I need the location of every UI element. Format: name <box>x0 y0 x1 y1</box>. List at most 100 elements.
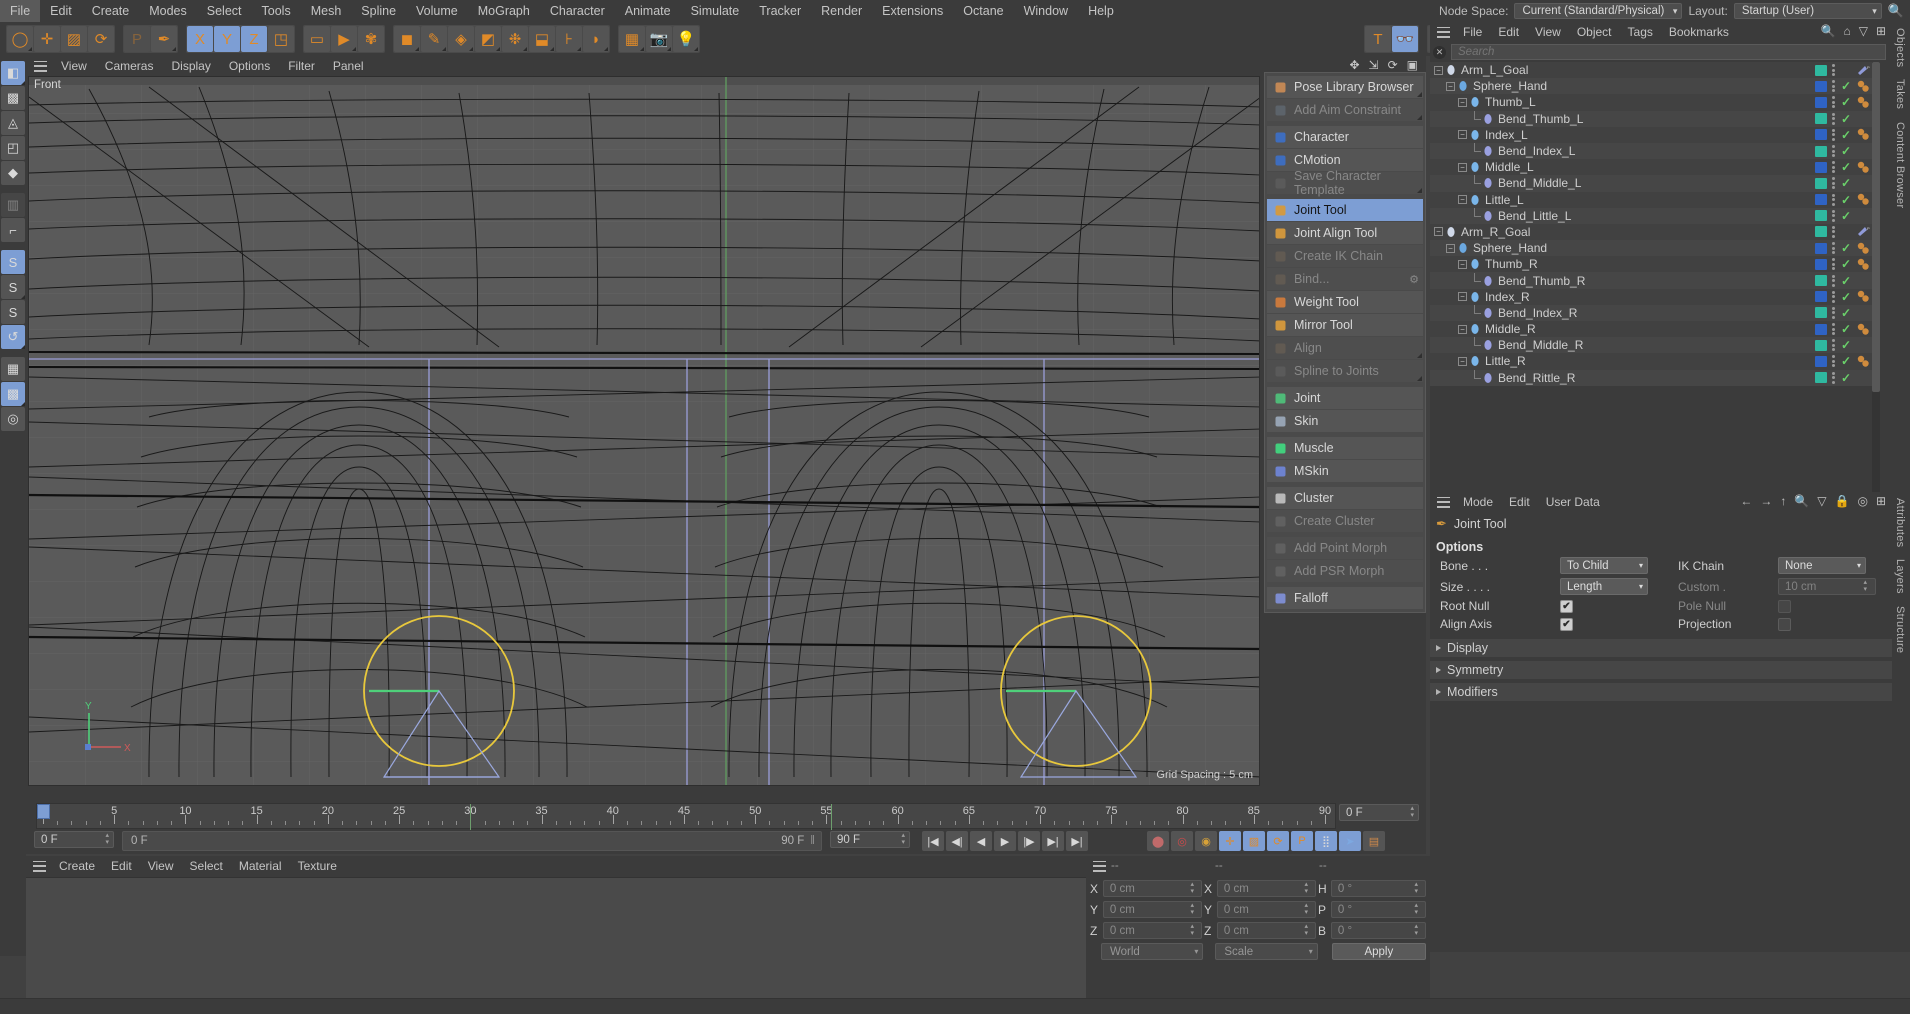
grid-snap-button[interactable]: ▦ <box>1 357 25 381</box>
go-to-previous-frame-button[interactable]: ◀ <box>970 831 992 851</box>
layer-color-swatch[interactable] <box>1815 372 1827 383</box>
add-text-object-button[interactable]: T <box>1365 26 1391 52</box>
position-y-input[interactable]: 0 cm▴▾ <box>1103 901 1202 918</box>
layer-color-swatch[interactable] <box>1815 226 1827 237</box>
scale-keying-button[interactable]: ▨ <box>1243 831 1265 851</box>
menu-item-view[interactable]: View <box>140 856 182 876</box>
go-to-next-frame-button[interactable]: |▶ <box>1018 831 1040 851</box>
object-tree-row[interactable]: −Middle_L✓ <box>1430 159 1874 175</box>
fold-section-modifiers[interactable]: Modifiers <box>1430 683 1892 701</box>
enable-axis-modification-button[interactable]: S <box>1 250 25 274</box>
render-view-button[interactable]: ▭ <box>304 26 330 52</box>
sphere-icon[interactable] <box>1456 242 1469 255</box>
visibility-dots-icon[interactable] <box>1832 372 1836 384</box>
sphere-tag[interactable] <box>1856 242 1870 255</box>
menu-item-edit[interactable]: Edit <box>103 856 140 876</box>
sphere-tag[interactable] <box>1856 258 1870 271</box>
joint-icon[interactable] <box>1468 161 1481 174</box>
joint-icon[interactable] <box>1468 128 1481 141</box>
tree-expand-toggle[interactable]: − <box>1458 260 1467 269</box>
visibility-dots-icon[interactable] <box>1832 80 1836 92</box>
menu-item-modes[interactable]: Modes <box>139 0 197 22</box>
bend-icon[interactable] <box>1481 339 1494 352</box>
bend-icon[interactable] <box>1481 209 1494 222</box>
world-axis-button[interactable]: S <box>1 300 25 324</box>
object-tree-row[interactable]: −Thumb_L✓ <box>1430 94 1874 110</box>
object-axis-button[interactable]: S <box>1 275 25 299</box>
object-tree-row[interactable]: −Middle_R✓ <box>1430 321 1874 337</box>
axis-mode-button[interactable]: ⌐ <box>1 218 25 242</box>
end-frame-field[interactable]: 90 F ▴▾ <box>830 831 910 848</box>
menu-item-tracker[interactable]: Tracker <box>749 0 811 22</box>
bend-icon[interactable] <box>1481 145 1494 158</box>
layout-select[interactable]: Startup (User) ▾ <box>1734 3 1882 19</box>
size-select[interactable]: Length ▾ <box>1560 578 1648 595</box>
enabled-check-icon[interactable]: ✓ <box>1841 290 1851 304</box>
quantize-snap-button[interactable]: ▩ <box>1 382 25 406</box>
spinner-icon[interactable]: ▴▾ <box>1414 903 1418 916</box>
menu-item-mesh[interactable]: Mesh <box>301 0 352 22</box>
layer-color-swatch[interactable] <box>1815 307 1827 318</box>
menu-item-extensions[interactable]: Extensions <box>872 0 953 22</box>
go-to-end-button[interactable]: ▶| <box>1066 831 1088 851</box>
rotation-b-input[interactable]: 0 °▴▾ <box>1331 922 1426 939</box>
enabled-check-icon[interactable]: ✓ <box>1841 306 1851 320</box>
transform-mode-select[interactable]: Scale ▾ <box>1215 943 1317 960</box>
go-to-next-key-button[interactable]: ▶| <box>1042 831 1064 851</box>
rotation-h-input[interactable]: 0 °▴▾ <box>1331 880 1426 897</box>
layer-color-swatch[interactable] <box>1815 210 1827 221</box>
tree-expand-toggle[interactable]: − <box>1458 325 1467 334</box>
layer-color-swatch[interactable] <box>1815 356 1827 367</box>
sphere-tag[interactable] <box>1856 161 1870 174</box>
enabled-check-icon[interactable]: ✓ <box>1841 241 1851 255</box>
layer-color-swatch[interactable] <box>1815 113 1827 124</box>
layer-color-swatch[interactable] <box>1815 65 1827 76</box>
add-scene-object-button[interactable]: ❉ <box>502 26 528 52</box>
visibility-dots-icon[interactable] <box>1832 226 1836 238</box>
bone-select[interactable]: To Child ▾ <box>1560 557 1648 574</box>
visibility-dots-icon[interactable] <box>1832 258 1836 270</box>
workplane-lock-button[interactable]: ◎ <box>1 407 25 431</box>
animation-layers-button[interactable]: ▤ <box>1363 831 1385 851</box>
menu-item-filter[interactable]: Filter <box>279 56 324 76</box>
add-spline-button[interactable]: ✎ <box>421 26 447 52</box>
menu-item-texture[interactable]: Texture <box>290 856 345 876</box>
visibility-dots-icon[interactable] <box>1832 113 1836 125</box>
sphere-tag[interactable] <box>1856 193 1870 206</box>
character-menu-item-cmotion[interactable]: CMotion <box>1267 149 1423 171</box>
menu-item-create[interactable]: Create <box>82 0 140 22</box>
fold-section-symmetry[interactable]: Symmetry <box>1430 661 1892 679</box>
menu-item-material[interactable]: Material <box>231 856 290 876</box>
character-menu-item-joint[interactable]: Joint <box>1267 387 1423 409</box>
menu-item-animate[interactable]: Animate <box>615 0 681 22</box>
menu-item-view[interactable]: View <box>52 56 96 76</box>
sphere-tag[interactable] <box>1856 290 1870 303</box>
viewport-hamburger-icon[interactable] <box>34 61 47 72</box>
object-manager-scrollbar[interactable] <box>1872 62 1880 492</box>
menu-item-character[interactable]: Character <box>540 0 615 22</box>
bend-icon[interactable] <box>1481 177 1494 190</box>
layer-color-swatch[interactable] <box>1815 324 1827 335</box>
object-tree[interactable]: −Arm_L_GoalP−Sphere_Hand✓−Thumb_L✓Bend_T… <box>1430 62 1874 492</box>
object-tree-row[interactable]: −Sphere_Hand✓ <box>1430 78 1874 94</box>
object-tree-row[interactable]: Bend_Index_L✓ <box>1430 143 1874 159</box>
menu-item-select[interactable]: Select <box>197 0 252 22</box>
joint-icon[interactable] <box>1468 323 1481 336</box>
enabled-check-icon[interactable]: ✓ <box>1841 95 1851 109</box>
lock-icon[interactable]: 🔒 <box>1835 494 1850 508</box>
spinner-icon[interactable]: ▴▾ <box>901 833 905 846</box>
tree-expand-toggle[interactable]: − <box>1434 66 1443 75</box>
model-mode-button[interactable]: ◧ <box>1 61 25 85</box>
go-to-start-button[interactable]: |◀ <box>922 831 944 851</box>
enabled-check-icon[interactable]: ✓ <box>1841 176 1851 190</box>
add-deformer-button[interactable]: ◩ <box>475 26 501 52</box>
menu-item-window[interactable]: Window <box>1014 0 1078 22</box>
timeline-playhead[interactable] <box>37 804 50 819</box>
character-menu-item-skin[interactable]: Skin <box>1267 410 1423 432</box>
material-list-area[interactable] <box>26 877 1086 1014</box>
spinner-icon[interactable]: ▴▾ <box>1414 882 1418 895</box>
visibility-dots-icon[interactable] <box>1832 339 1836 351</box>
menu-item-simulate[interactable]: Simulate <box>681 0 750 22</box>
viewport-solo-button[interactable]: 👓 <box>1392 26 1418 52</box>
add-mograph-object-button[interactable]: ⬓ <box>529 26 555 52</box>
